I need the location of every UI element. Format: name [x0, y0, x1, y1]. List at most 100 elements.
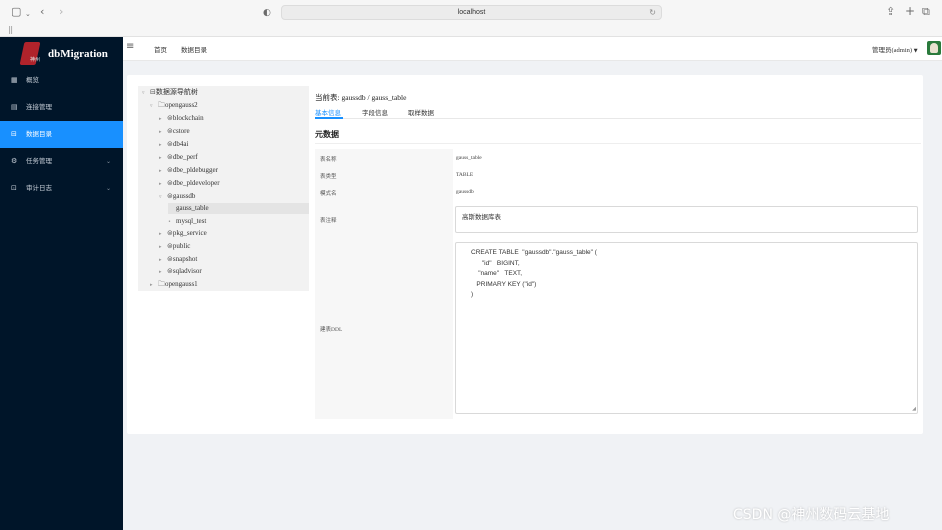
caret-down-icon: ▿ [159, 194, 162, 200]
database-connection-icon: ▤ [11, 103, 18, 111]
ddl-line: "id" BIGINT, [471, 259, 520, 267]
address-bar[interactable]: localhost ↻ [281, 5, 662, 20]
logo-text: dbMigration [48, 48, 108, 60]
divider [315, 143, 921, 144]
audit-icon: ⊡ [11, 184, 17, 192]
schema-label: 模式名 [320, 191, 337, 197]
caret-down-icon: ▿ [150, 103, 153, 109]
tabs-overview-icon[interactable]: ⧉ [922, 6, 930, 18]
tab-field-info[interactable]: 字段信息 [362, 107, 388, 117]
tree-schema[interactable]: ▸ ⊜snapshot [159, 255, 197, 265]
avatar[interactable] [927, 41, 941, 55]
tree-schema-gaussdb[interactable]: ▿ ⊜gaussdb [159, 192, 195, 202]
gear-icon: ⚙ [11, 157, 18, 165]
caret-right-icon: ▸ [159, 257, 162, 263]
table-type-label: 表类型 [320, 174, 337, 180]
tree-schema[interactable]: ▸ ⊜dbe_perf [159, 153, 198, 163]
sidebar-toggle-icon[interactable]: ▢ [11, 6, 21, 18]
menu-toggle-icon[interactable]: ≡ [126, 41, 134, 52]
ddl-label: 建表DDL [320, 327, 343, 333]
user-name: 管理员(admin) [872, 47, 913, 54]
folder-icon: 🗀 [158, 101, 165, 109]
sidebar-item-audit[interactable]: ⊡ 审计日志 ⌄ [0, 175, 123, 202]
tab-basic-info[interactable]: 基本信息 [315, 107, 341, 117]
tab-home[interactable]: 首页 [154, 44, 167, 54]
tree-schema[interactable]: ▸ ⊜sqladvisor [159, 267, 202, 277]
tree-schema[interactable]: ▸ ⊜dbe_pldebugger [159, 166, 218, 176]
sidebar-item-label: 审计日志 [26, 185, 52, 192]
caret-right-icon: ▸ [159, 244, 162, 250]
grid-icon: ▦ [11, 76, 18, 84]
sidebar-item-tasks[interactable]: ⚙ 任务管理 ⌄ [0, 148, 123, 175]
detail-tabs: 基本信息 字段信息 取样数据 [315, 105, 921, 119]
forward-icon[interactable]: › [59, 6, 63, 18]
watermark: CSDN @神州数码云基地 [733, 507, 890, 523]
tree-root[interactable]: ▿ ⊟数据源导航树 [142, 88, 198, 98]
dot-icon: • [168, 219, 171, 225]
tree-table-selected[interactable]: gauss_table [168, 203, 309, 214]
tree-source-opengauss2[interactable]: ▿ 🗀opengauss2 [150, 101, 198, 111]
caret-right-icon: ▸ [159, 129, 162, 135]
share-icon[interactable]: ⇪ [886, 6, 895, 18]
tab-sample-data[interactable]: 取样数据 [408, 107, 434, 117]
sidebar: 神州 dbMigration ▦ 概览 ▤ 连接管理 ⊟ 数据目录 ⚙ 任务管理… [0, 37, 123, 530]
ddl-line: "name" TEXT, [471, 270, 523, 277]
resize-handle-icon[interactable]: ◢ [912, 406, 916, 412]
user-menu[interactable]: 管理员(admin) ▼ [872, 44, 918, 54]
tree-schema[interactable]: ▸ ⊜db4ai [159, 140, 188, 150]
active-tab-indicator [315, 117, 343, 119]
sidebar-item-label: 概览 [26, 77, 39, 84]
caret-down-icon: ▿ [142, 90, 145, 96]
caret-right-icon: ▸ [159, 269, 162, 275]
browser-toolbar: ▢ ⌄ ‹ › ◐ localhost ↻ ⇪ + ⧉ ⣿ [0, 0, 942, 37]
chevron-down-icon[interactable]: ⌄ [25, 8, 31, 20]
address-text: localhost [457, 9, 486, 16]
caret-down-icon: ▼ [913, 48, 918, 54]
caret-right-icon: ▸ [159, 142, 162, 148]
current-table: 当前表: gaussdb / gauss_table [315, 93, 407, 102]
tree-schema[interactable]: ▸ ⊜dbe_pldeveloper [159, 179, 220, 189]
sidebar-item-label: 任务管理 [26, 158, 52, 165]
tree-source-opengauss1[interactable]: ▸ 🗀opengauss1 [150, 280, 198, 290]
caret-right-icon: ▸ [159, 231, 162, 237]
table-name-label: 表名称 [320, 157, 337, 163]
chevron-down-icon: ⌄ [105, 158, 111, 165]
caret-right-icon: ▸ [159, 181, 162, 187]
caret-right-icon: ▸ [159, 116, 162, 122]
tree-table[interactable]: • mysql_test [168, 217, 206, 227]
caret-right-icon: ▸ [159, 155, 162, 161]
sidebar-item-catalog[interactable]: ⊟ 数据目录 [0, 121, 123, 148]
privacy-icon[interactable]: ◐ [263, 7, 271, 19]
section-title: 元数据 [315, 130, 339, 139]
top-header: ≡ 首页 数据目录 管理员(admin) ▼ [123, 37, 942, 61]
folder-icon: 🗀 [158, 280, 165, 288]
chevron-down-icon: ⌄ [105, 185, 111, 192]
tree-schema[interactable]: ▸ ⊜blockchain [159, 114, 204, 124]
ddl-textarea[interactable]: CREATE TABLE "gaussdb"."gauss_table" ( "… [455, 242, 918, 414]
caret-right-icon: ▸ [150, 282, 153, 288]
tree-schema[interactable]: ▸ ⊜cstore [159, 127, 190, 137]
tab-data-catalog[interactable]: 数据目录 [181, 44, 207, 54]
ddl-line: PRIMARY KEY ("id") [471, 280, 537, 288]
table-type-value: TABLE [456, 172, 474, 178]
remark-textarea[interactable]: 高斯数据库表 [455, 206, 918, 233]
ddl-line: ) [471, 291, 474, 298]
new-tab-icon[interactable]: + [905, 5, 915, 17]
tree-schema[interactable]: ▸ ⊜public [159, 242, 190, 252]
logo: 神州 dbMigration [12, 40, 123, 68]
sidebar-item-label: 连接管理 [26, 104, 52, 111]
logo-sub: 神州 [30, 57, 41, 63]
tree-schema[interactable]: ▸ ⊜pkg_service [159, 229, 207, 239]
sidebar-item-connections[interactable]: ▤ 连接管理 [0, 94, 123, 121]
schema-value: gaussdb [456, 189, 474, 195]
reload-icon[interactable]: ↻ [649, 6, 656, 19]
remark-label: 表注释 [320, 218, 337, 224]
table-name-value: gauss_table [456, 155, 482, 161]
grid-icon[interactable]: ⣿ [8, 24, 13, 36]
caret-right-icon: ▸ [159, 168, 162, 174]
ddl-line: CREATE TABLE "gaussdb"."gauss_table" ( [471, 249, 597, 256]
back-icon[interactable]: ‹ [40, 6, 44, 18]
sidebar-item-overview[interactable]: ▦ 概览 [0, 67, 123, 94]
sidebar-menu: ▦ 概览 ▤ 连接管理 ⊟ 数据目录 ⚙ 任务管理 ⌄ ⊡ 审计日志 ⌄ [0, 67, 123, 202]
catalog-icon: ⊟ [11, 130, 17, 138]
